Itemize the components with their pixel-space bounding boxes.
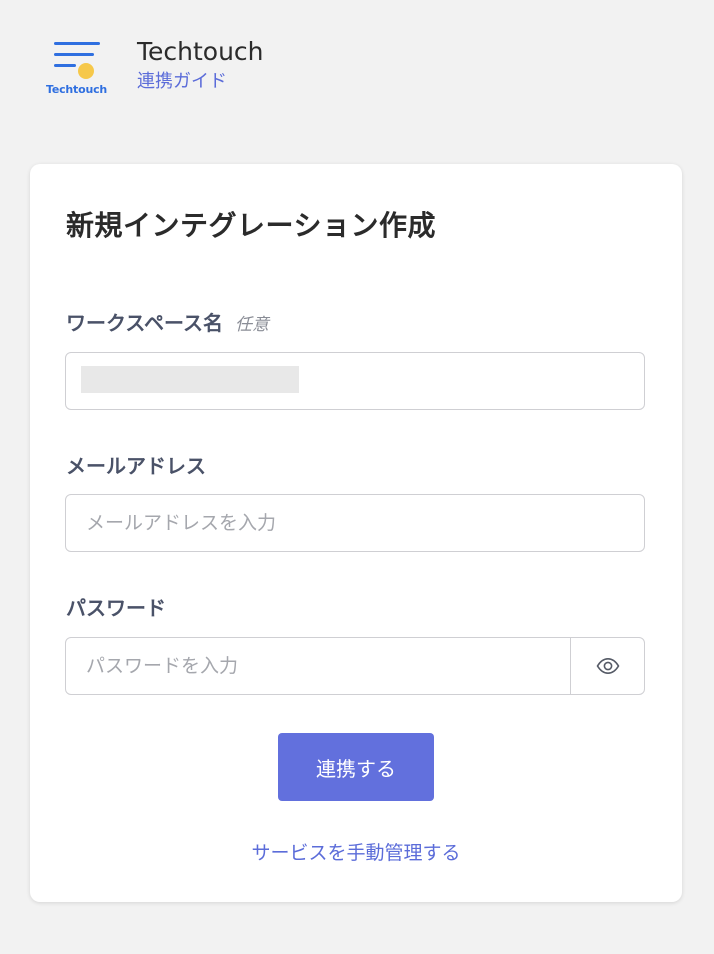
redacted-value bbox=[81, 366, 299, 393]
workspace-name-label: ワークスペース名 任意 bbox=[66, 307, 269, 336]
logo-text: Techtouch bbox=[46, 83, 108, 96]
brand-name: Techtouch bbox=[137, 37, 264, 66]
email-input[interactable] bbox=[66, 495, 644, 551]
app-header: Techtouch Techtouch 連携ガイド bbox=[46, 38, 264, 97]
password-input[interactable] bbox=[66, 638, 573, 694]
optional-tag: 任意 bbox=[235, 315, 269, 335]
page-title: 新規インテグレーション作成 bbox=[66, 209, 436, 242]
email-label: メールアドレス bbox=[66, 454, 206, 478]
integration-guide-subtitle: 連携ガイド bbox=[137, 71, 227, 92]
email-field[interactable] bbox=[65, 494, 645, 552]
integration-form-card: 新規インテグレーション作成 ワークスペース名任意 メールアドレス パスワード 連… bbox=[30, 164, 682, 902]
connect-button[interactable]: 連携する bbox=[278, 733, 434, 801]
workspace-name-label-text: ワークスペース名 bbox=[66, 311, 223, 335]
brand-block: Techtouch 連携ガイド bbox=[137, 38, 264, 93]
password-label: パスワード bbox=[66, 596, 166, 620]
manual-manage-link[interactable]: サービスを手動管理する bbox=[30, 838, 682, 865]
workspace-name-field[interactable] bbox=[65, 352, 645, 410]
eye-icon bbox=[596, 658, 619, 674]
techtouch-logo: Techtouch bbox=[46, 40, 108, 96]
show-password-button[interactable] bbox=[570, 638, 644, 694]
password-field[interactable] bbox=[65, 637, 645, 695]
